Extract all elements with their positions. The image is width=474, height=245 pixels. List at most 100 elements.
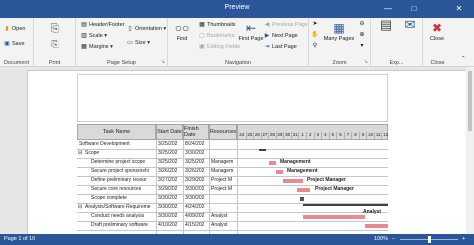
gantt-resource-label: Project Manager	[307, 177, 346, 183]
start-date-cell: 3/30/202	[158, 204, 178, 210]
zoom-slider-thumb[interactable]	[428, 236, 431, 243]
quick-print-button[interactable]: ⎘	[38, 39, 72, 49]
editing-fields-button[interactable]: ▣ Editing Fields	[198, 42, 240, 52]
margins-button[interactable]: ▦ Margins ▾	[80, 42, 113, 52]
page-setup-launcher-icon[interactable]: ↘	[161, 59, 165, 65]
ribbon: ▮ Open ▣ Save Document ⎘ ⎘ Print ▤ Header/F…	[0, 18, 474, 67]
gantt-summary-bar	[303, 204, 388, 206]
minimize-button[interactable]: —	[376, 0, 400, 18]
group-export: ▤ ✉ Exp...	[371, 18, 423, 67]
gantt-day-label: 30	[283, 132, 291, 139]
collapse-ribbon-button[interactable]: ⌃	[461, 54, 466, 64]
resources-cell: Analyst	[211, 213, 228, 219]
column-header-start-date: Start Date	[156, 124, 183, 140]
close-window-button[interactable]: ✕	[447, 0, 471, 18]
collapse-toggle-icon[interactable]: ⊟	[78, 204, 82, 210]
gantt-chart: Management Management Project Manager Pr…	[237, 140, 388, 234]
group-label-document: Document	[3, 60, 30, 66]
thumbnails-button[interactable]: ▦ Thumbnails	[198, 20, 235, 30]
gantt-day-label: 11	[373, 132, 381, 139]
column-divider	[183, 140, 184, 234]
task-name-cell: Secure core resources	[91, 186, 142, 192]
finish-date-cell: 3/25/202	[185, 159, 205, 165]
pointer-tool-button[interactable]: ➤	[311, 19, 320, 29]
column-divider	[209, 140, 210, 234]
zoom-in-status-button[interactable]: +	[462, 234, 465, 245]
previous-page-button[interactable]: ◀ Previous Page	[263, 20, 308, 30]
scale-icon: ▥	[81, 33, 87, 39]
many-pages-icon: ▦	[333, 21, 345, 35]
gantt-day-label: 28	[268, 132, 275, 139]
send-button[interactable]: ✉	[399, 18, 421, 42]
start-date-cell: 3/29/202	[158, 186, 178, 192]
export-icon: ▤	[379, 17, 393, 32]
vertical-scrollbar[interactable]	[466, 67, 474, 234]
header-footer-icon: ▤	[81, 22, 87, 28]
zoom-out-status-button[interactable]: −	[392, 234, 395, 245]
next-page-button[interactable]: ▶ Next Page	[263, 31, 298, 41]
group-label-export: Exp...	[389, 60, 404, 66]
scrollbar-thumb[interactable]	[468, 71, 472, 131]
binoculars-icon: ○○	[174, 21, 190, 35]
start-date-cell: 4/10/202	[158, 222, 178, 228]
previous-page-icon: ◀	[264, 22, 270, 28]
task-name-cell: Scope	[85, 150, 100, 156]
gantt-day-label: 3	[313, 132, 322, 139]
zoom-launcher-icon[interactable]: ↘	[364, 59, 368, 65]
task-name-cell: Determine project scope	[91, 159, 146, 165]
quick-print-icon: ⎘	[51, 39, 59, 49]
margins-icon: ▦	[81, 44, 87, 50]
gantt-day-label: 2	[305, 132, 314, 139]
chevron-up-icon: ⌃	[461, 56, 466, 62]
bookmarks-button[interactable]: ▢ Bookmarks	[198, 31, 234, 41]
start-date-cell: 3/30/202	[158, 213, 178, 219]
page-header-area	[77, 74, 388, 122]
scale-button[interactable]: ▥ Scale ▾	[80, 31, 107, 41]
magnifier-tool-button[interactable]: ⚲	[311, 41, 320, 51]
column-header-finish-date: Finish Date	[183, 124, 209, 140]
last-page-button[interactable]: ⇥ Last Page	[263, 42, 296, 52]
zoom-dropdown-button[interactable]: ▾	[358, 41, 367, 51]
gantt-day-label: 10	[366, 132, 374, 139]
hand-tool-button[interactable]: ✋	[311, 30, 320, 40]
gantt-summary-bar	[259, 149, 266, 151]
start-date-cell: 3/25/202	[158, 159, 178, 165]
orientation-button[interactable]: ▯ Orientation ▾	[126, 24, 166, 34]
floppy-icon: ▣	[4, 41, 10, 47]
printer-icon: ⎘	[50, 23, 60, 35]
gantt-day-header: 24 25 26 27 28 29 30 31 1 2 3 4 5 6 7 8 9 10 11 12	[237, 132, 388, 140]
zoom-level: 100%	[374, 236, 389, 242]
many-pages-button[interactable]: ▦ Many Pages	[323, 20, 355, 42]
resources-cell: Managem	[211, 168, 234, 174]
find-button[interactable]: ○○ Find	[169, 20, 195, 42]
gantt-day-label: 25	[245, 132, 253, 139]
gantt-day-label: 9	[358, 132, 367, 139]
gantt-bar	[283, 179, 303, 183]
finish-date-cell: 4/09/202	[185, 213, 205, 219]
gantt-milestone	[300, 197, 304, 201]
close-preview-button[interactable]: ✖ Close	[424, 20, 450, 42]
finish-date-cell: 4/24/202	[185, 204, 205, 210]
column-header-task-name: Task Name	[77, 124, 156, 140]
header-footer-button[interactable]: ▤ Header/Footer	[80, 20, 124, 30]
first-page-button[interactable]: ⇤ First Page	[238, 20, 264, 42]
zoom-out-button[interactable]: ⊖	[358, 19, 367, 29]
export-button[interactable]: ▤	[375, 17, 397, 42]
zoom-in-button[interactable]: ⊕	[358, 30, 367, 40]
size-button[interactable]: ▭ Size ▾	[126, 38, 150, 48]
bookmark-icon: ▢	[199, 33, 205, 39]
gantt-day-label: 29	[275, 132, 283, 139]
gantt-bar	[303, 215, 365, 219]
gantt-day-label: 8	[351, 132, 359, 139]
group-document: ▮ Open ▣ Save Document	[0, 18, 34, 67]
resources-cell: Analyst	[211, 222, 228, 228]
save-button[interactable]: ▣ Save	[3, 39, 24, 49]
gantt-day-label: 6	[336, 132, 344, 139]
open-button[interactable]: ▮ Open	[3, 24, 25, 34]
maximize-button[interactable]: □	[402, 0, 426, 18]
gantt-day-label: 12	[381, 132, 389, 139]
collapse-toggle-icon[interactable]: ⊟	[78, 150, 82, 156]
orientation-icon: ▯	[128, 26, 132, 32]
group-zoom: ➤ ✋ ⚲ ▦ Many Pages ⊖ ⊕ ▾ Zoom ↘	[309, 18, 371, 67]
start-date-cell: 3/27/202	[158, 177, 178, 183]
